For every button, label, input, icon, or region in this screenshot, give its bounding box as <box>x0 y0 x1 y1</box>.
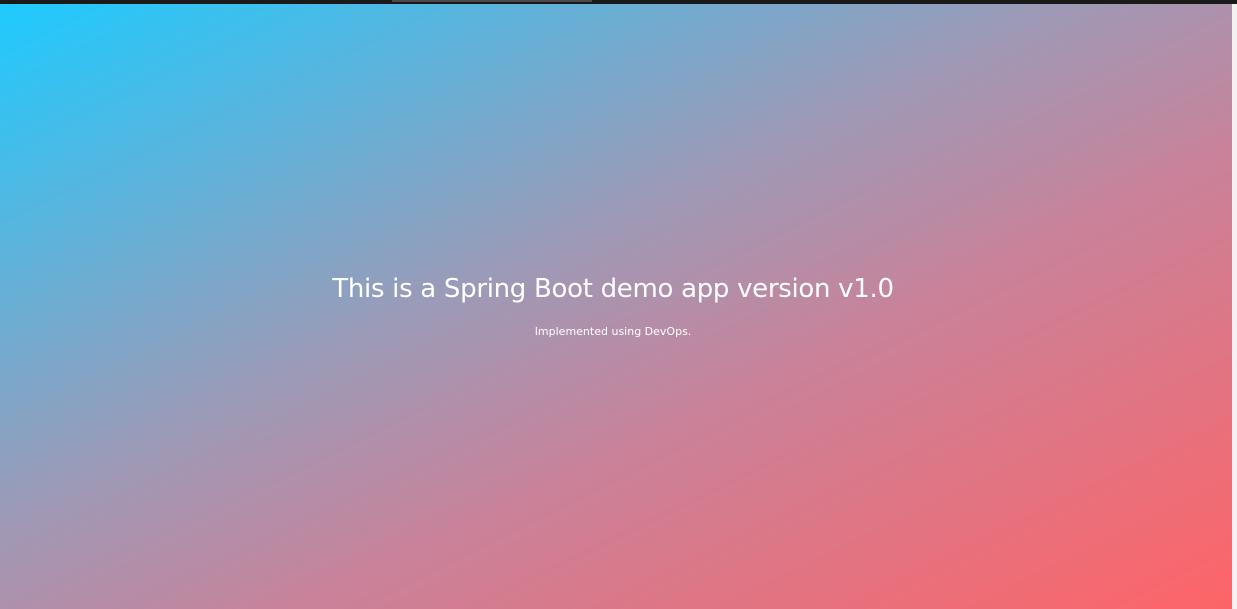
hero-section: This is a Spring Boot demo app version v… <box>0 272 1226 339</box>
top-bar-progress <box>392 0 592 2</box>
page-title: This is a Spring Boot demo app version v… <box>332 274 894 304</box>
page-subtitle: Implemented using DevOps. <box>534 325 692 338</box>
page-scrollbar[interactable] <box>1232 4 1237 609</box>
